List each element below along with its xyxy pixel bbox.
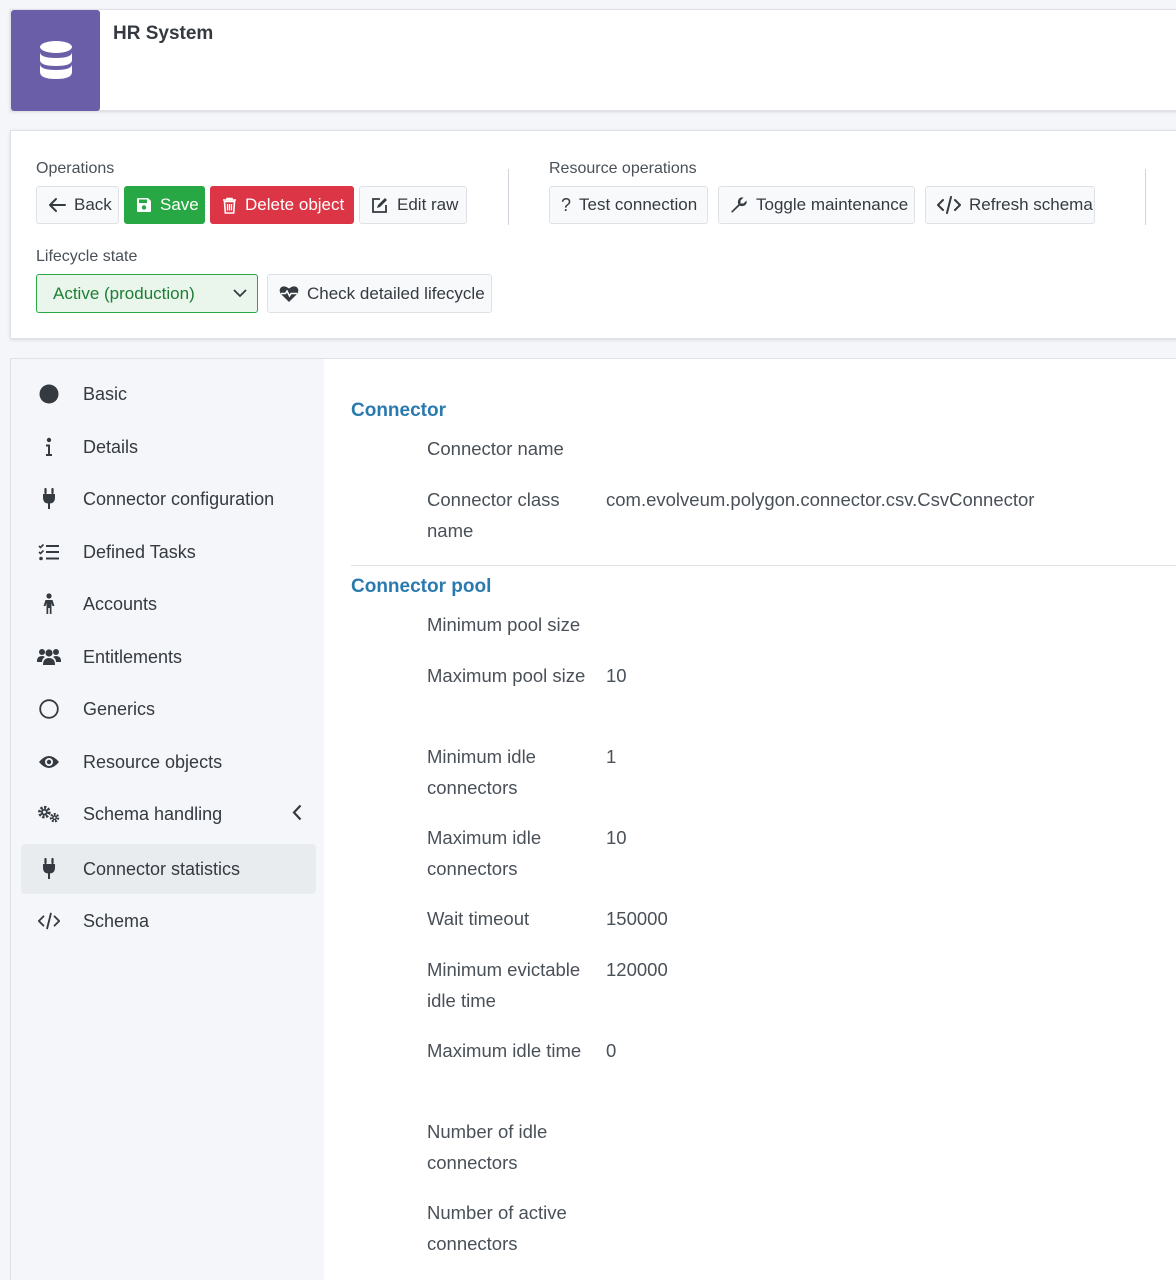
sidebar-item-connector-statistics[interactable]: Connector statistics xyxy=(21,844,316,894)
users-icon xyxy=(37,645,61,669)
save-button-label: Save xyxy=(160,195,199,214)
sidebar-item-schema[interactable]: Schema xyxy=(21,896,316,946)
test-connection-label: Test connection xyxy=(579,195,698,214)
database-icon xyxy=(39,40,72,79)
sidebar-item-basic[interactable]: Basic xyxy=(21,369,316,419)
chevron-down-icon xyxy=(233,289,247,298)
toggle-maintenance-button[interactable]: Toggle maintenance xyxy=(718,186,915,224)
sidebar-item-schema-handling[interactable]: Schema handling xyxy=(21,789,316,839)
resource-icon-box xyxy=(11,10,100,111)
num-idle-connectors-label: Number of idle connectors xyxy=(427,1121,548,1173)
check-lifecycle-button[interactable]: Check detailed lifecycle xyxy=(267,274,492,313)
eye-icon xyxy=(37,750,61,774)
trash-icon xyxy=(223,197,236,214)
chevron-left-icon[interactable] xyxy=(292,804,302,821)
max-idle-time-value: 0 xyxy=(606,1040,617,1061)
delete-object-button[interactable]: Delete object xyxy=(210,186,354,224)
code-icon xyxy=(37,909,61,933)
gears-icon xyxy=(37,802,61,826)
connector-statistics-content: Connector Connector name Connector class… xyxy=(324,359,1176,1280)
sidebar-item-label: Resource objects xyxy=(83,751,223,772)
min-idle-connectors-label: Minimum idle connectors xyxy=(427,746,536,798)
sidebar-item-label: Basic xyxy=(83,383,128,404)
details-panel: Basic Details Connector configuration De… xyxy=(10,358,1176,1280)
connector-class-value: com.evolveum.polygon.connector.csv.CsvCo… xyxy=(606,489,1035,510)
plug-icon xyxy=(37,487,61,511)
code-icon xyxy=(937,196,961,214)
refresh-schema-button[interactable]: Refresh schema xyxy=(925,186,1095,224)
max-idle-connectors-value: 10 xyxy=(606,827,627,848)
connector-section-title: Connector xyxy=(351,400,446,421)
wrench-icon xyxy=(731,197,747,213)
lifecycle-state-select[interactable]: Active (production) xyxy=(36,274,258,313)
plug-icon xyxy=(37,857,61,881)
edit-raw-button-label: Edit raw xyxy=(397,195,459,214)
person-icon xyxy=(37,592,61,616)
sidebar-item-label: Generics xyxy=(83,698,156,719)
sidebar-item-accounts[interactable]: Accounts xyxy=(21,579,316,629)
toggle-maintenance-label: Toggle maintenance xyxy=(756,195,909,214)
sidebar-item-label: Connector statistics xyxy=(83,858,241,879)
sidebar-item-label: Defined Tasks xyxy=(83,541,196,562)
sidebar-item-label: Accounts xyxy=(83,593,158,614)
sidebar-item-details[interactable]: Details xyxy=(21,422,316,472)
max-idle-connectors-label: Maximum idle connectors xyxy=(427,827,542,879)
sidebar-item-label: Entitlements xyxy=(83,646,183,667)
back-button-label: Back xyxy=(74,195,112,214)
save-button[interactable]: Save xyxy=(124,186,205,224)
max-idle-time-label: Maximum idle time xyxy=(427,1040,582,1061)
connector-class-label: Connector class name xyxy=(427,489,560,541)
back-button[interactable]: Back xyxy=(36,186,119,224)
sidebar-item-connector-configuration[interactable]: Connector configuration xyxy=(21,474,316,524)
heartbeat-icon xyxy=(279,285,299,302)
save-icon xyxy=(137,198,151,212)
sidebar-item-label: Details xyxy=(83,436,139,457)
wait-timeout-label: Wait timeout xyxy=(427,908,530,929)
refresh-schema-label: Refresh schema xyxy=(969,195,1093,214)
section-divider xyxy=(351,565,1176,566)
edit-icon xyxy=(372,197,387,213)
tasks-list-icon xyxy=(37,540,61,564)
sidebar-item-resource-objects[interactable]: Resource objects xyxy=(21,737,316,787)
num-active-connectors-label: Number of active connectors xyxy=(427,1202,567,1254)
page-title: HR System xyxy=(113,23,214,44)
object-header: HR System xyxy=(10,9,1176,111)
sidebar-item-label: Schema handling xyxy=(83,803,223,824)
arrow-left-icon xyxy=(49,198,66,212)
circle-filled-icon xyxy=(37,382,61,406)
question-icon: ? xyxy=(561,194,572,215)
test-connection-button[interactable]: ? Test connection xyxy=(549,186,708,224)
info-icon xyxy=(37,435,61,459)
delete-button-label: Delete object xyxy=(245,195,345,214)
sidebar-item-generics[interactable]: Generics xyxy=(21,684,316,734)
min-evictable-idle-time-label: Minimum evictable idle time xyxy=(427,959,581,1011)
sidebar-item-entitlements[interactable]: Entitlements xyxy=(21,632,316,682)
circle-outline-icon xyxy=(37,697,61,721)
min-pool-size-label: Minimum pool size xyxy=(427,614,581,635)
wait-timeout-value: 150000 xyxy=(606,908,668,929)
sidebar-item-defined-tasks[interactable]: Defined Tasks xyxy=(21,527,316,577)
sidebar-item-label: Schema xyxy=(83,910,150,931)
max-pool-size-value: 10 xyxy=(606,665,627,686)
check-lifecycle-label: Check detailed lifecycle xyxy=(307,283,485,303)
sidebar: Basic Details Connector configuration De… xyxy=(11,359,324,1280)
connector-pool-section-title: Connector pool xyxy=(351,576,492,597)
lifecycle-selected-value: Active (production) xyxy=(53,283,195,303)
max-pool-size-label: Maximum pool size xyxy=(427,665,586,686)
edit-raw-button[interactable]: Edit raw xyxy=(359,186,467,224)
operations-label: Operations xyxy=(36,160,115,177)
connector-name-label: Connector name xyxy=(427,438,564,459)
operations-panel: Operations Back Save Delete object Edit … xyxy=(10,130,1176,339)
resource-operations-label: Resource operations xyxy=(549,160,697,177)
sidebar-item-label: Connector configuration xyxy=(83,488,275,509)
min-evictable-idle-time-value: 120000 xyxy=(606,959,668,980)
min-idle-connectors-value: 1 xyxy=(606,746,617,767)
operations-divider xyxy=(508,169,509,225)
lifecycle-state-label: Lifecycle state xyxy=(36,248,138,265)
resource-operations-divider xyxy=(1145,169,1146,225)
